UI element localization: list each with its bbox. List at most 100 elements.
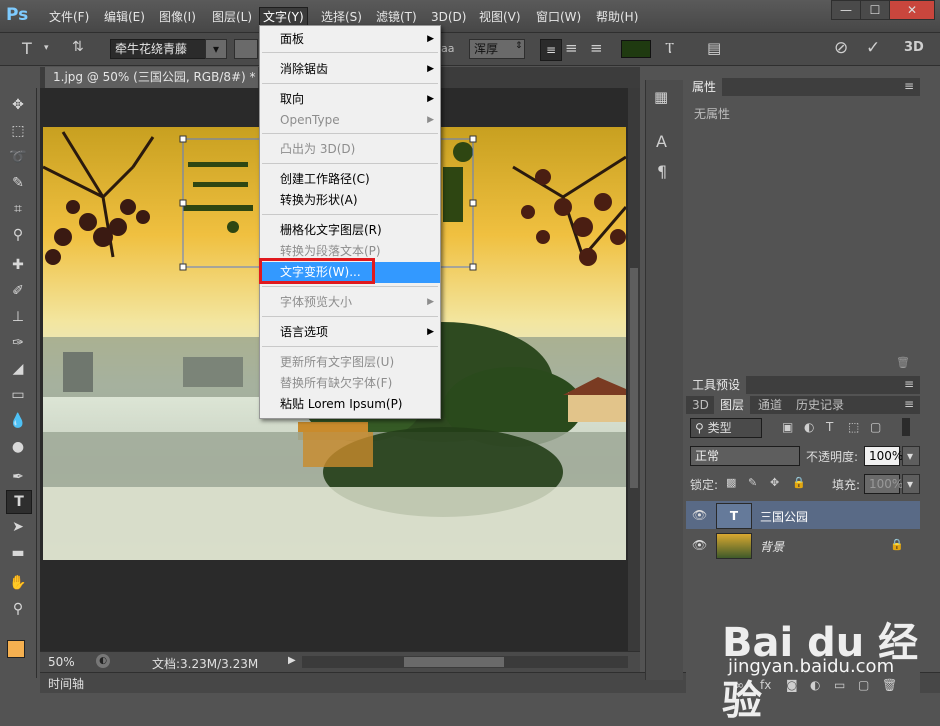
- layer-name[interactable]: 背景: [760, 538, 784, 555]
- paragraph-icon[interactable]: ¶: [657, 162, 667, 181]
- layer-comps-icon[interactable]: ▦: [654, 88, 668, 106]
- healing-brush-tool-icon[interactable]: ✚: [6, 254, 30, 276]
- marquee-tool-icon[interactable]: ⬚: [6, 120, 30, 142]
- filter-smart-object-icon[interactable]: ▢: [870, 420, 881, 434]
- layer-row-text[interactable]: 👁 T 三国公园: [686, 501, 920, 529]
- fill-input[interactable]: 100%: [864, 474, 903, 494]
- lock-pixels-icon[interactable]: ✎: [748, 476, 757, 489]
- clone-stamp-tool-icon[interactable]: ⊥: [6, 306, 30, 328]
- menu-item-paste-lorem-ipsum[interactable]: 粘贴 Lorem Ipsum(P): [260, 394, 440, 415]
- panel-menu-icon[interactable]: ≡: [904, 377, 914, 391]
- lasso-tool-icon[interactable]: ➰: [6, 146, 30, 168]
- dodge-tool-icon[interactable]: ●: [6, 436, 30, 458]
- menu-item-create-work-path[interactable]: 创建工作路径(C): [260, 169, 440, 190]
- vertical-scrollbar-thumb[interactable]: [630, 268, 638, 488]
- eraser-tool-icon[interactable]: ◢: [6, 358, 30, 380]
- filter-shape-icon[interactable]: ⬚: [848, 420, 859, 434]
- filter-type-icon[interactable]: T: [826, 420, 833, 434]
- path-selection-tool-icon[interactable]: ➤: [6, 516, 30, 538]
- gradient-tool-icon[interactable]: ▭: [6, 384, 30, 406]
- document-tab[interactable]: 1.jpg @ 50% (三国公园, RGB/8#) * ×: [45, 67, 276, 88]
- timeline-tab[interactable]: 时间轴: [48, 675, 84, 692]
- trash-icon[interactable]: 🗑: [896, 356, 910, 369]
- horizontal-scrollbar[interactable]: [302, 656, 628, 668]
- tab-history[interactable]: 历史记录: [790, 396, 850, 414]
- 3d-button[interactable]: 3D: [904, 40, 924, 55]
- type-tool-icon-active[interactable]: T: [6, 490, 32, 514]
- menu-type[interactable]: 文字(Y): [259, 7, 308, 27]
- lock-transparent-icon[interactable]: ▩: [726, 476, 736, 489]
- fill-dropdown[interactable]: ▾: [902, 474, 920, 494]
- warp-text-icon[interactable]: Ⲧ: [665, 39, 674, 57]
- horizontal-scrollbar-thumb[interactable]: [404, 657, 504, 667]
- character-icon[interactable]: A: [656, 132, 667, 151]
- eye-icon[interactable]: 👁: [692, 538, 707, 552]
- menu-image[interactable]: 图像(I): [156, 8, 199, 26]
- type-tool-icon[interactable]: T: [22, 39, 32, 58]
- menu-layer[interactable]: 图层(L): [209, 8, 255, 26]
- menu-item-rasterize-type-layer[interactable]: 栅格化文字图层(R): [260, 220, 440, 241]
- panel-menu-icon[interactable]: ≡: [904, 79, 914, 93]
- character-panel-icon[interactable]: ▤: [707, 39, 721, 57]
- crop-tool-icon[interactable]: ⌗: [6, 198, 30, 220]
- align-center-button[interactable]: ≡: [565, 39, 578, 57]
- menu-help[interactable]: 帮助(H): [593, 8, 641, 26]
- layer-filter-select[interactable]: ⚲ 类型: [690, 418, 762, 438]
- close-button[interactable]: ✕: [889, 0, 935, 20]
- minimize-button[interactable]: —: [831, 0, 861, 20]
- menu-view[interactable]: 视图(V): [476, 8, 524, 26]
- tab-tool-presets[interactable]: 工具预设: [686, 376, 747, 394]
- opacity-dropdown[interactable]: ▾: [902, 446, 920, 466]
- filter-pixel-icon[interactable]: ▣: [782, 420, 793, 434]
- cancel-icon[interactable]: ⊘: [834, 38, 848, 58]
- tab-3d[interactable]: 3D: [686, 396, 715, 414]
- panel-menu-icon[interactable]: ≡: [904, 397, 914, 411]
- lock-all-icon[interactable]: 🔒: [792, 476, 806, 489]
- quick-select-tool-icon[interactable]: ✎: [6, 172, 30, 194]
- tab-layers[interactable]: 图层: [714, 396, 751, 414]
- menu-item-antialias[interactable]: 消除锯齿 ▶: [260, 59, 440, 80]
- history-brush-tool-icon[interactable]: ✑: [6, 332, 30, 354]
- commit-icon[interactable]: ✓: [866, 38, 880, 58]
- tab-channels[interactable]: 通道: [752, 396, 788, 414]
- rectangle-tool-icon[interactable]: ▬: [6, 542, 30, 564]
- filter-toggle[interactable]: [902, 418, 910, 436]
- font-family-dropdown-button[interactable]: ▾: [205, 39, 227, 59]
- menu-item-orientation[interactable]: 取向 ▶: [260, 89, 440, 110]
- foreground-color-swatch[interactable]: [7, 640, 25, 658]
- eyedropper-tool-icon[interactable]: ⚲: [6, 224, 30, 246]
- font-family-select[interactable]: 牵牛花绕青藤: [110, 39, 212, 59]
- lock-position-icon[interactable]: ✥: [770, 476, 779, 489]
- menu-item-panels[interactable]: 面板 ▶: [260, 29, 440, 50]
- blur-tool-icon[interactable]: 💧: [6, 410, 30, 432]
- menu-3d[interactable]: 3D(D): [428, 8, 469, 26]
- layer-row-background[interactable]: 👁 背景 🔒: [686, 531, 920, 559]
- pen-tool-icon[interactable]: ✒: [6, 466, 30, 488]
- menu-window[interactable]: 窗口(W): [533, 8, 584, 26]
- maximize-button[interactable]: ☐: [860, 0, 890, 20]
- chevron-down-icon[interactable]: ▾: [44, 43, 49, 53]
- menu-edit[interactable]: 编辑(E): [101, 8, 148, 26]
- filter-adjustment-icon[interactable]: ◐: [804, 420, 814, 434]
- zoom-tool-icon[interactable]: ⚲: [6, 598, 30, 620]
- move-tool-icon[interactable]: ✥: [6, 94, 30, 116]
- vertical-scrollbar[interactable]: [628, 88, 640, 651]
- opacity-input[interactable]: 100%: [864, 446, 903, 466]
- menu-item-language-options[interactable]: 语言选项 ▶: [260, 322, 440, 343]
- status-info-icon[interactable]: ◐: [96, 654, 110, 668]
- brush-tool-icon[interactable]: ✐: [6, 280, 30, 302]
- menu-file[interactable]: 文件(F): [46, 8, 92, 26]
- font-style-select[interactable]: [234, 39, 258, 59]
- text-color-swatch[interactable]: [621, 40, 651, 58]
- align-right-button[interactable]: ≡: [590, 39, 603, 57]
- blend-mode-select[interactable]: 正常: [690, 446, 800, 466]
- hand-tool-icon[interactable]: ✋: [6, 572, 30, 594]
- eye-icon[interactable]: 👁: [692, 508, 707, 522]
- menu-select[interactable]: 选择(S): [318, 8, 365, 26]
- align-left-button[interactable]: ≡: [540, 39, 562, 61]
- menu-item-convert-to-shape[interactable]: 转换为形状(A): [260, 190, 440, 211]
- menu-filter[interactable]: 滤镜(T): [373, 8, 420, 26]
- tab-properties[interactable]: 属性: [686, 78, 723, 96]
- status-menu-arrow-icon[interactable]: ▶: [288, 655, 296, 666]
- zoom-level[interactable]: 50%: [48, 655, 75, 669]
